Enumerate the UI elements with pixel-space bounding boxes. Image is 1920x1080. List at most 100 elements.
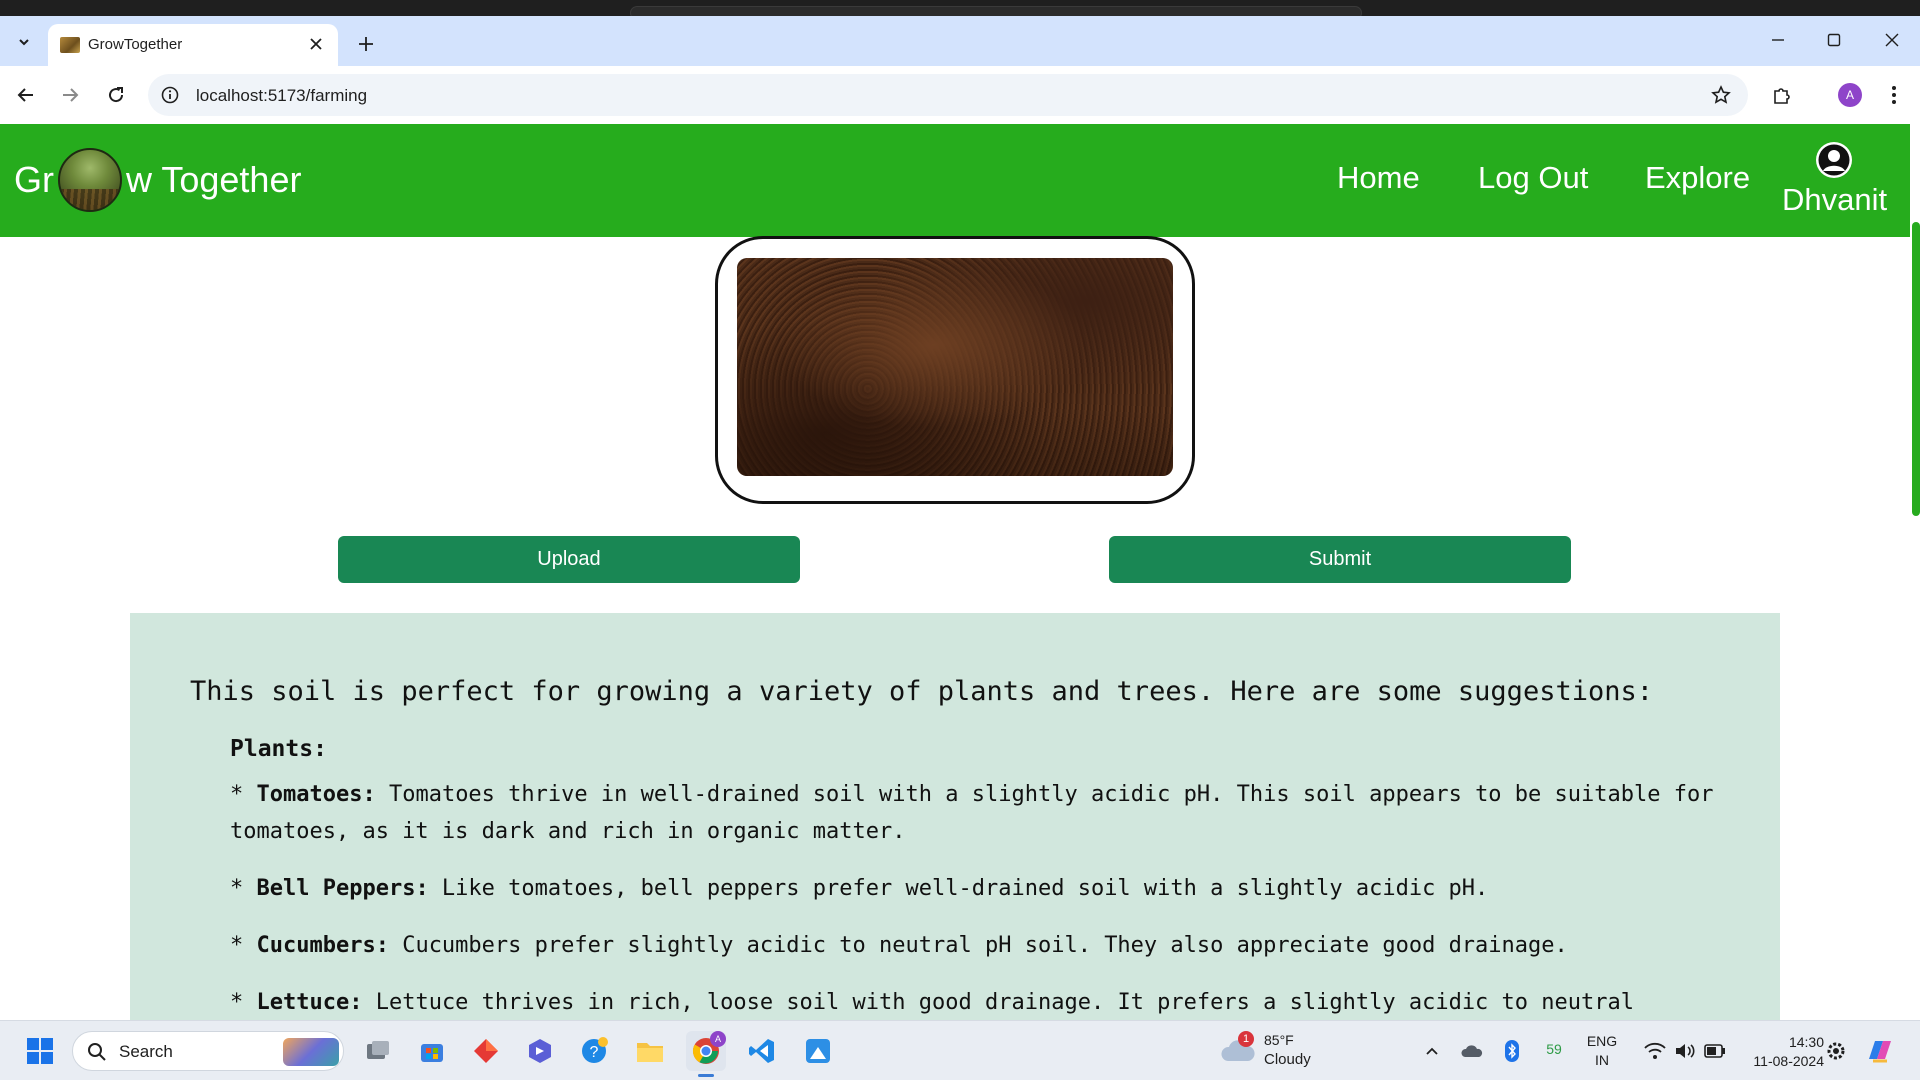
bluetooth-icon bbox=[1505, 1040, 1519, 1062]
bookmark-star-icon[interactable] bbox=[1710, 84, 1732, 106]
taskbar-app-red[interactable] bbox=[466, 1031, 506, 1071]
forward-button[interactable] bbox=[54, 79, 86, 111]
username: Dhvanit bbox=[1782, 182, 1888, 217]
diamond-app-icon bbox=[474, 1039, 498, 1063]
maximize-button[interactable] bbox=[1806, 16, 1862, 64]
list-item: * Tomatoes: Tomatoes thrive in well-drai… bbox=[230, 782, 1714, 844]
list-item: * Lettuce: Lettuce thrives in rich, loos… bbox=[230, 990, 1634, 1015]
extensions-button[interactable] bbox=[1766, 79, 1798, 111]
weather-alert-badge: 1 bbox=[1238, 1031, 1254, 1047]
weather-widget[interactable]: 1 85°F Cloudy bbox=[1220, 1031, 1360, 1071]
image-preview-frame bbox=[715, 236, 1195, 504]
close-window-button[interactable] bbox=[1864, 16, 1920, 64]
reload-icon bbox=[109, 87, 124, 103]
nav-link-home[interactable]: Home bbox=[1337, 160, 1420, 196]
browser-tab-growtogether[interactable]: GrowTogether bbox=[48, 24, 338, 66]
upload-button[interactable]: Upload bbox=[338, 536, 800, 583]
language-indicator[interactable]: ENG IN bbox=[1580, 1031, 1624, 1071]
windows-logo-icon bbox=[27, 1038, 53, 1064]
onedrive-tray[interactable] bbox=[1452, 1031, 1492, 1071]
screen: GrowTogether localhost:5173/farming A Gr… bbox=[0, 0, 1920, 1080]
nav-link-logout[interactable]: Log Out bbox=[1478, 160, 1588, 196]
clock-date: 11-08-2024 bbox=[1753, 1053, 1824, 1069]
profile-avatar: A bbox=[1838, 83, 1862, 107]
lang-code: ENG bbox=[1586, 1033, 1618, 1049]
page-viewport: Gr w Together Home Log Out Explore Dhvan… bbox=[0, 124, 1920, 1020]
bluetooth-tray[interactable] bbox=[1492, 1031, 1532, 1071]
task-view-icon bbox=[367, 1041, 389, 1059]
help-app-icon: ? bbox=[582, 1037, 608, 1063]
browser-toolbar: localhost:5173/farming A bbox=[0, 66, 1920, 124]
submit-button[interactable]: Submit bbox=[1109, 536, 1571, 583]
item-name: Cucumbers: bbox=[256, 933, 389, 958]
kebab-menu-icon bbox=[1892, 86, 1896, 104]
tray-overflow-button[interactable] bbox=[1412, 1031, 1452, 1071]
taskbar-app-copilot[interactable] bbox=[520, 1031, 560, 1071]
minimize-button[interactable] bbox=[1750, 16, 1806, 64]
item-name: Bell Peppers: bbox=[256, 876, 429, 901]
user-profile[interactable]: Dhvanit bbox=[1782, 140, 1888, 218]
photos-app-icon bbox=[806, 1039, 830, 1063]
lang-region: IN bbox=[1595, 1052, 1609, 1068]
profile-button[interactable]: A bbox=[1834, 79, 1866, 111]
item-text: Cucumbers prefer slightly acidic to neut… bbox=[388, 933, 1568, 958]
taskbar-search[interactable]: Search bbox=[72, 1031, 344, 1071]
user-circle-icon bbox=[1816, 142, 1852, 178]
wifi-icon bbox=[1644, 1042, 1666, 1059]
item-name: Tomatoes: bbox=[256, 782, 376, 807]
close-tab-icon[interactable] bbox=[306, 34, 326, 54]
taskbar-app-help[interactable]: ? bbox=[574, 1031, 614, 1071]
list-item: * Cucumbers: Cucumbers prefer slightly a… bbox=[230, 933, 1568, 958]
volume-icon bbox=[1676, 1044, 1695, 1058]
system-clock[interactable]: 14:30 11-08-2024 bbox=[1734, 1033, 1824, 1071]
onedrive-cloud-icon bbox=[1461, 1045, 1483, 1057]
search-label: Search bbox=[119, 1042, 173, 1061]
site-brand[interactable]: Gr w Together bbox=[14, 148, 301, 212]
maximize-icon bbox=[1827, 33, 1841, 47]
tab-title: GrowTogether bbox=[88, 36, 183, 53]
svg-text:?: ? bbox=[590, 1044, 599, 1061]
tray-counter[interactable]: 59 bbox=[1536, 1041, 1572, 1057]
reload-button[interactable] bbox=[100, 79, 132, 111]
taskbar-chrome[interactable]: A bbox=[686, 1031, 726, 1077]
notifications-button[interactable] bbox=[1816, 1031, 1856, 1071]
site-navbar: Gr w Together Home Log Out Explore Dhvan… bbox=[0, 124, 1910, 237]
back-button[interactable] bbox=[10, 79, 42, 111]
address-bar[interactable]: localhost:5173/farming bbox=[148, 74, 1748, 116]
taskbar-app-blue[interactable] bbox=[798, 1031, 838, 1071]
tab-bar: GrowTogether bbox=[0, 16, 1920, 66]
url-text[interactable]: localhost:5173/farming bbox=[196, 86, 367, 106]
start-button[interactable] bbox=[20, 1031, 60, 1071]
taskbar-vscode[interactable] bbox=[742, 1031, 782, 1071]
chevron-down-icon bbox=[19, 39, 29, 46]
taskbar-file-explorer[interactable] bbox=[630, 1031, 670, 1071]
browser-menu-button[interactable] bbox=[1878, 79, 1910, 111]
result-panel: This soil is perfect for growing a varie… bbox=[130, 613, 1780, 1020]
item-text: Lettuce thrives in rich, loose soil with… bbox=[362, 990, 1634, 1015]
store-icon bbox=[421, 1044, 443, 1062]
item-text: Tomatoes thrive in well-drained soil wit… bbox=[230, 782, 1714, 844]
site-info-icon[interactable] bbox=[160, 85, 180, 105]
taskbar-store-app[interactable] bbox=[412, 1031, 452, 1071]
plants-heading: Plants: bbox=[230, 736, 327, 762]
chevron-up-icon bbox=[1426, 1047, 1438, 1055]
close-icon bbox=[1885, 33, 1899, 47]
tab-search-button[interactable] bbox=[8, 26, 40, 58]
folder-icon bbox=[637, 1043, 663, 1062]
item-name: Lettuce: bbox=[256, 990, 363, 1015]
copilot-button[interactable] bbox=[1860, 1031, 1900, 1071]
page-scrollbar[interactable] bbox=[1912, 222, 1920, 516]
minimize-icon bbox=[1772, 39, 1784, 41]
task-view-button[interactable] bbox=[358, 1031, 398, 1071]
quick-settings[interactable] bbox=[1630, 1031, 1740, 1071]
new-tab-button[interactable] bbox=[352, 30, 380, 58]
nav-link-explore[interactable]: Explore bbox=[1645, 160, 1750, 196]
soil-photo bbox=[737, 258, 1173, 476]
clock-time: 14:30 bbox=[1788, 1034, 1824, 1050]
brand-logo-icon bbox=[58, 148, 122, 212]
puzzle-icon bbox=[1774, 88, 1790, 104]
weather-temp: 85°F bbox=[1264, 1032, 1294, 1048]
notification-gear-icon bbox=[1827, 1042, 1845, 1060]
arrow-right-icon bbox=[63, 88, 79, 102]
list-item: * Bell Peppers: Like tomatoes, bell pepp… bbox=[230, 876, 1489, 901]
